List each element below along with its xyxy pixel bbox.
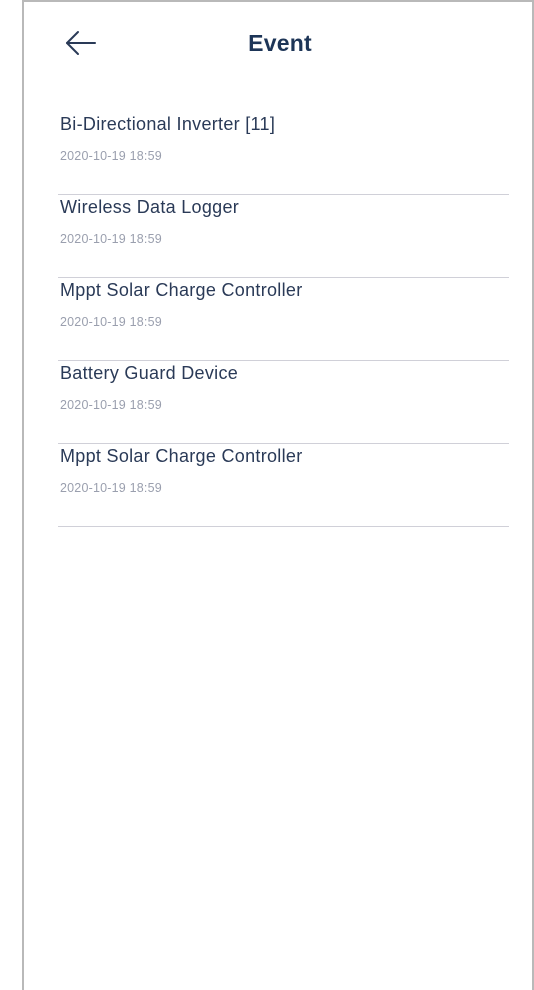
- event-name: Wireless Data Logger: [60, 197, 240, 217]
- event-name: Bi-Directional Inverter [11]: [60, 114, 276, 134]
- event-name: Mppt Solar Charge Controller: [60, 280, 303, 300]
- event-timestamp: 2020-10-19 18:59: [60, 398, 162, 412]
- page-title: Event: [248, 30, 312, 56]
- event-timestamp: 2020-10-19 18:59: [60, 481, 162, 495]
- event-timestamp: 2020-10-19 18:59: [60, 232, 162, 246]
- event-list-item[interactable]: Battery Guard Device 2020-10-19 18:59: [58, 361, 509, 444]
- event-timestamp: 2020-10-19 18:59: [60, 315, 162, 329]
- event-list-item[interactable]: Mppt Solar Charge Controller 2020-10-19 …: [58, 278, 509, 361]
- event-timestamp: 2020-10-19 18:59: [60, 149, 162, 163]
- event-list-item[interactable]: Wireless Data Logger 2020-10-19 18:59: [58, 195, 509, 278]
- event-list: Bi-Directional Inverter [11] 2020-10-19 …: [58, 112, 509, 527]
- event-name: Mppt Solar Charge Controller: [60, 446, 303, 466]
- header-bar: Event: [24, 2, 532, 84]
- event-list-item[interactable]: Mppt Solar Charge Controller 2020-10-19 …: [58, 444, 509, 527]
- event-list-item[interactable]: Bi-Directional Inverter [11] 2020-10-19 …: [58, 112, 509, 195]
- app-screen: Event Bi-Directional Inverter [11] 2020-…: [22, 0, 534, 990]
- event-name: Battery Guard Device: [60, 363, 239, 383]
